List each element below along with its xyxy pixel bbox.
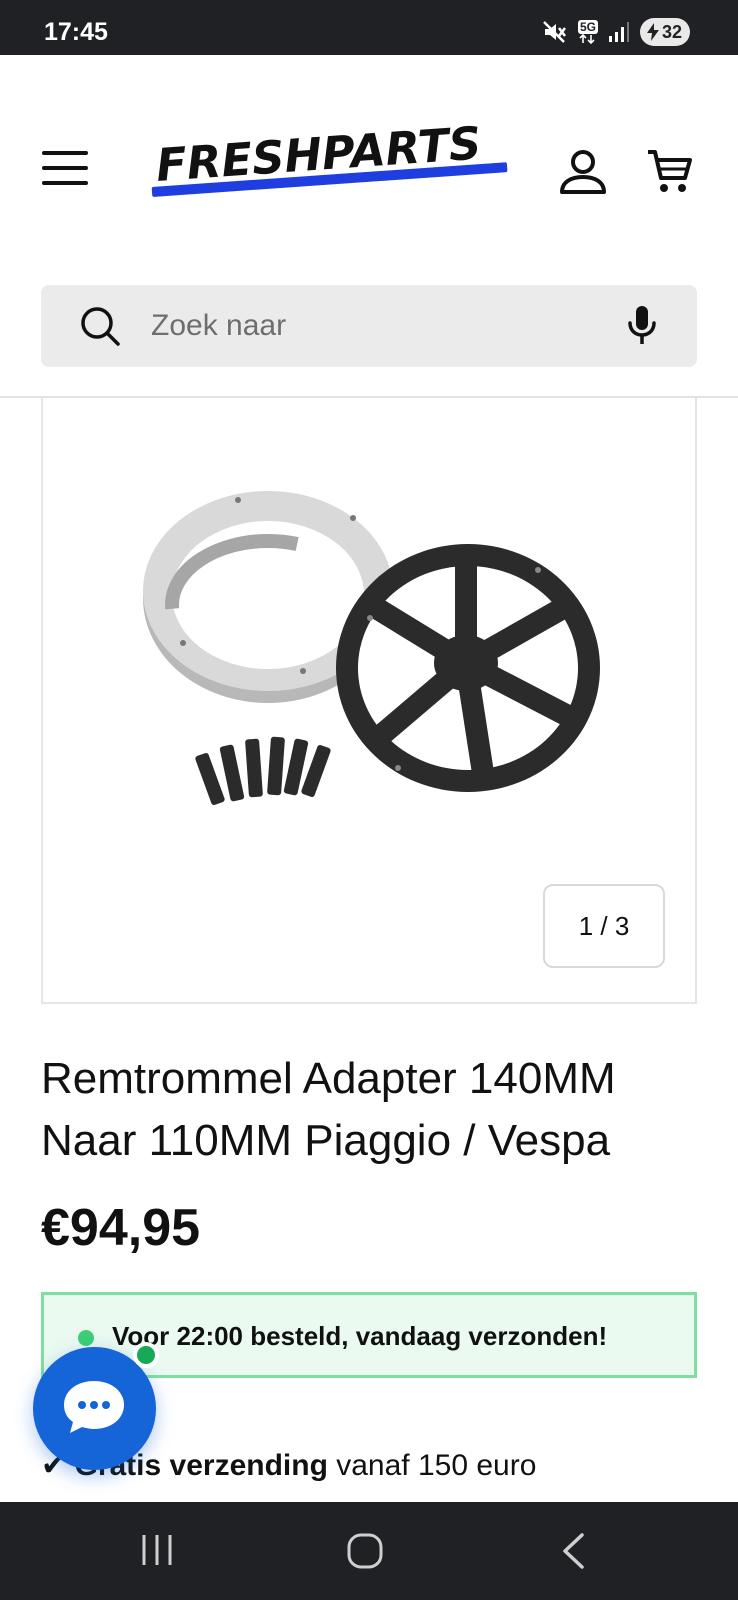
image-counter[interactable]: 1 / 3 <box>543 884 665 968</box>
product-title: Remtrommel Adapter 140MM Naar 110MM Piag… <box>41 1054 616 1165</box>
battery-level: 32 <box>661 21 682 42</box>
home-icon[interactable] <box>346 1532 384 1570</box>
battery-charging-icon: 32 <box>639 18 690 46</box>
network-label: 5G <box>577 20 598 34</box>
back-icon[interactable] <box>560 1532 586 1570</box>
status-icons: 5G 32 <box>542 18 690 46</box>
mute-icon <box>542 20 568 44</box>
logo-text: FRESHPARTS <box>154 116 483 192</box>
shipping-notice-text: Voor 22:00 besteld, vandaag verzonden! <box>112 1321 608 1351</box>
site-header: FRESHPARTS Zoek naar <box>0 55 738 398</box>
product-price: €94,95 <box>41 1199 201 1257</box>
5g-icon: 5G <box>577 20 598 44</box>
cart-icon <box>648 150 692 192</box>
status-bar: 17:45 5G 32 <box>0 0 738 55</box>
search-bar[interactable]: Zoek naar <box>41 285 697 367</box>
menu-button[interactable] <box>42 151 88 191</box>
logo[interactable]: FRESHPARTS <box>150 116 514 225</box>
cart-button[interactable] <box>646 147 694 195</box>
free-shipping-rest: vanaf 150 euro <box>327 1449 537 1482</box>
black-adapter-plate <box>336 544 600 792</box>
product-gallery[interactable]: 1 / 3 <box>41 398 697 1004</box>
account-icon <box>560 150 606 194</box>
chat-online-indicator <box>133 1342 159 1368</box>
microphone-icon[interactable] <box>627 304 657 346</box>
search-icon <box>81 307 120 346</box>
status-dot-icon <box>78 1330 94 1346</box>
menu-icon <box>42 151 88 185</box>
signal-icon <box>608 21 630 43</box>
account-button[interactable] <box>558 149 608 195</box>
recent-apps-icon[interactable] <box>140 1532 174 1568</box>
status-time: 17:45 <box>44 18 108 46</box>
bolts <box>195 736 331 805</box>
search-input[interactable]: Zoek naar <box>151 309 286 343</box>
system-nav-bar <box>0 1502 738 1600</box>
product-image[interactable] <box>133 483 653 853</box>
